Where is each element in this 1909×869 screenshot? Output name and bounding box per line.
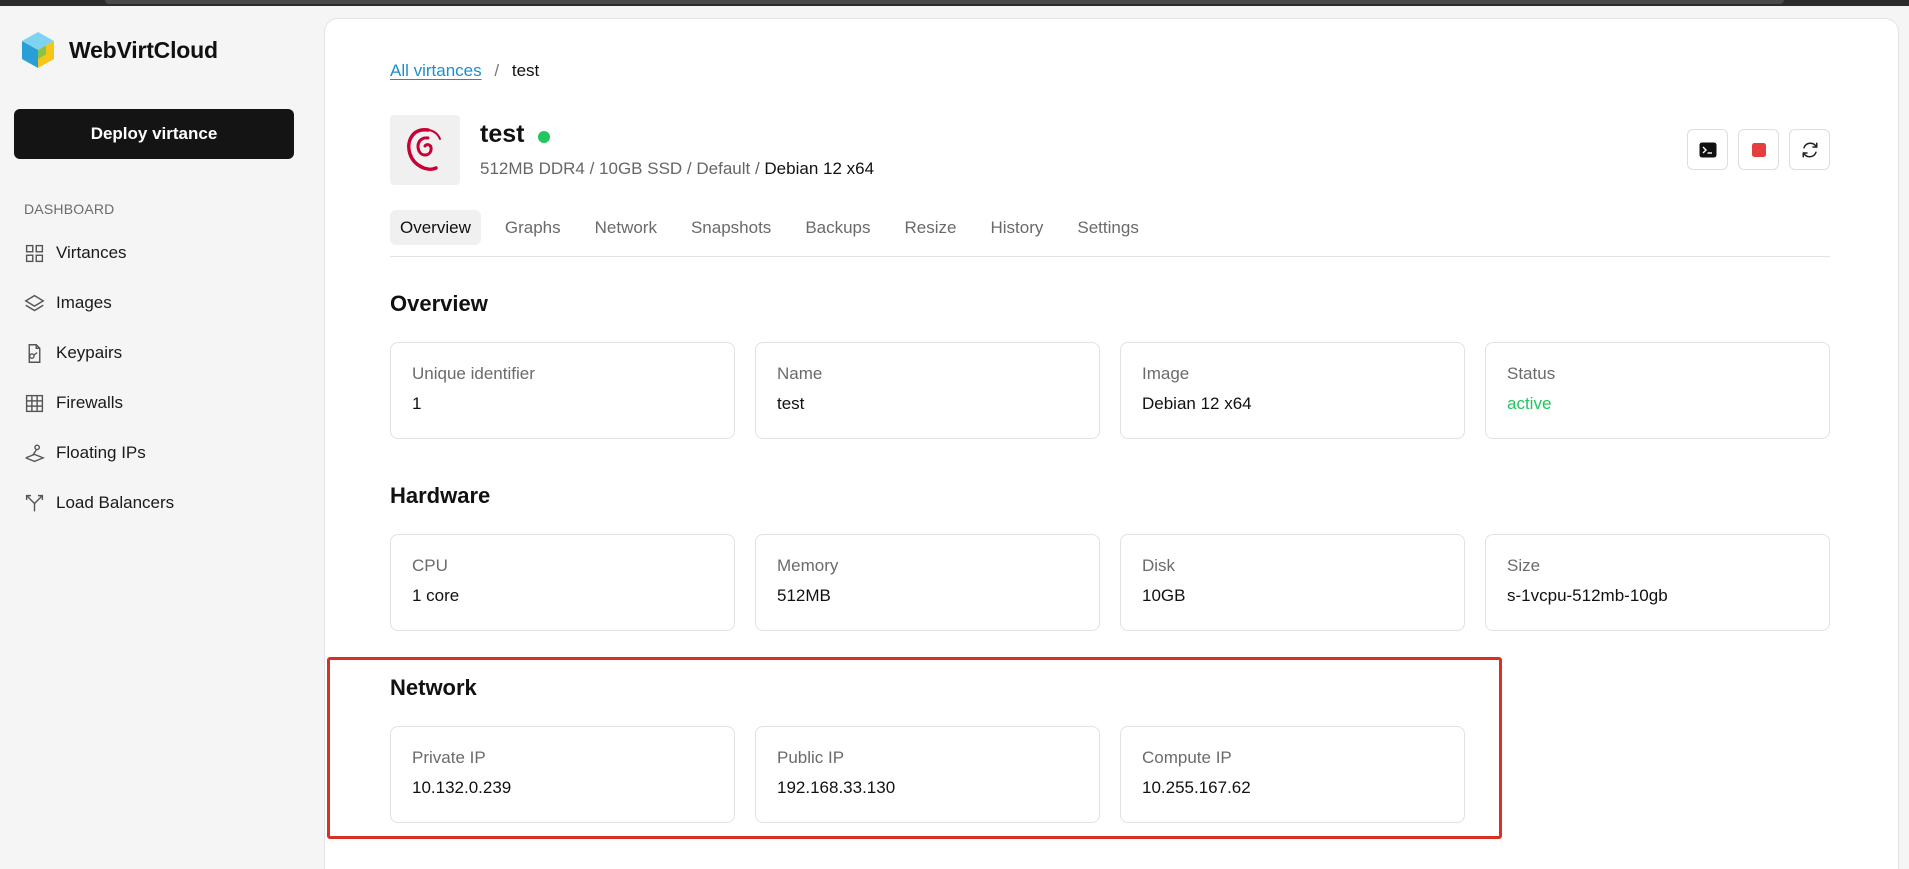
info-card-unique-identifier: Unique identifier 1 — [390, 342, 735, 439]
deploy-virtance-button[interactable]: Deploy virtance — [14, 109, 294, 159]
card-value: 1 — [412, 394, 422, 413]
sidebar: WebVirtCloud Deploy virtance DASHBOARD V… — [0, 6, 324, 869]
card-value: 10.255.167.62 — [1142, 778, 1251, 797]
refresh-icon — [1802, 142, 1817, 157]
info-card-private-ip: Private IP 10.132.0.239 — [390, 726, 735, 823]
overview-title: Overview — [390, 291, 488, 316]
breadcrumb-separator: / — [494, 61, 500, 80]
sidebar-item-label: Load Balancers — [56, 493, 175, 512]
sidebar-item-load-balancers[interactable]: Load Balancers — [24, 478, 174, 528]
main-panel: All virtances / test test 512MB DDR4 / 1… — [324, 18, 1899, 869]
status-indicator — [538, 131, 550, 143]
overview-cards: Unique identifier 1 Name test Image Debi… — [390, 342, 1830, 439]
sidebar-item-label: Firewalls — [56, 393, 124, 412]
card-label: Compute IP — [1142, 748, 1232, 767]
virtance-spec-summary: 512MB DDR4 / 10GB SSD / Default / — [480, 159, 765, 178]
load-balancer-icon — [25, 494, 44, 511]
stop-button[interactable] — [1738, 129, 1779, 170]
card-value: 10.132.0.239 — [412, 778, 512, 797]
info-card-memory: Memory 512MB — [755, 534, 1100, 631]
sidebar-item-label: Images — [56, 293, 112, 312]
breadcrumb-current: test — [511, 61, 540, 80]
card-label: Memory — [777, 556, 839, 575]
sidebar-item-images[interactable]: Images — [24, 278, 174, 328]
dashboard-section-label: DASHBOARD — [24, 201, 115, 217]
card-label: Name — [777, 364, 823, 383]
virtance-specs: 512MB DDR4 / 10GB SSD / Default / Debian… — [480, 159, 874, 179]
info-card-cpu: CPU 1 core — [390, 534, 735, 631]
key-file-icon — [28, 343, 41, 363]
info-card-name: Name test — [755, 342, 1100, 439]
info-card-size: Size s-1vcpu-512mb-10gb — [1485, 534, 1830, 631]
network-title: Network — [390, 675, 477, 700]
card-value: s-1vcpu-512mb-10gb — [1507, 586, 1668, 605]
tab-overview[interactable]: Overview — [390, 210, 481, 245]
terminal-icon — [1699, 142, 1716, 157]
virtance-name: test — [480, 120, 525, 148]
grid-icon — [25, 244, 44, 262]
os-thumbnail — [390, 115, 460, 185]
network-cards: Private IP 10.132.0.239 Public IP 192.16… — [390, 726, 1465, 823]
status-value: active — [1507, 394, 1552, 413]
card-value: 1 core — [412, 586, 460, 605]
virtance-header: test 512MB DDR4 / 10GB SSD / Default / D… — [390, 115, 1830, 187]
hardware-cards: CPU 1 core Memory 512MB Disk 10GB Size s… — [390, 534, 1830, 631]
layers-icon — [24, 294, 45, 311]
tab-resize[interactable]: Resize — [895, 210, 967, 245]
card-label: Status — [1507, 364, 1556, 383]
sidebar-item-label: Floating IPs — [56, 443, 146, 462]
tab-backups[interactable]: Backups — [795, 210, 880, 245]
card-value: 10GB — [1142, 586, 1186, 605]
tab-graphs[interactable]: Graphs — [495, 210, 571, 245]
info-card-compute-ip: Compute IP 10.255.167.62 — [1120, 726, 1465, 823]
breadcrumb-all-virtances-link[interactable]: All virtances — [390, 61, 482, 80]
debian-logo-icon — [407, 128, 441, 171]
tab-snapshots[interactable]: Snapshots — [681, 210, 781, 245]
virtance-tabs: Overview Graphs Network Snapshots Backup… — [390, 210, 1830, 257]
sidebar-item-virtances[interactable]: Virtances — [24, 228, 174, 278]
card-label: Image — [1142, 364, 1190, 383]
sidebar-item-label: Virtances — [56, 243, 127, 262]
sidebar-nav: Virtances Images Keypairs Firewalls Floa… — [24, 228, 174, 528]
brand[interactable]: WebVirtCloud — [20, 30, 218, 70]
sidebar-item-label: Keypairs — [56, 343, 123, 362]
info-card-status: Status active — [1485, 342, 1830, 439]
hardware-title: Hardware — [390, 483, 491, 508]
info-card-public-ip: Public IP 192.168.33.130 — [755, 726, 1100, 823]
card-label: Unique identifier — [412, 364, 535, 383]
firewall-icon — [25, 394, 44, 412]
info-card-image: Image Debian 12 x64 — [1120, 342, 1465, 439]
virtance-os: Debian 12 x64 — [764, 159, 875, 178]
card-label: CPU — [412, 556, 448, 575]
card-label: Private IP — [412, 748, 486, 767]
console-button[interactable] — [1687, 129, 1728, 170]
stop-icon — [1751, 142, 1766, 157]
virtance-actions — [1687, 129, 1830, 170]
card-value: Debian 12 x64 — [1142, 394, 1252, 413]
webvirtcloud-logo-icon — [22, 32, 54, 68]
card-label: Size — [1507, 556, 1541, 575]
tab-history[interactable]: History — [980, 210, 1053, 245]
floating-ip-icon — [25, 443, 45, 462]
tab-network[interactable]: Network — [585, 210, 667, 245]
breadcrumb: All virtances / test — [390, 61, 539, 81]
tab-settings[interactable]: Settings — [1067, 210, 1148, 245]
sidebar-item-firewalls[interactable]: Firewalls — [24, 378, 174, 428]
reboot-button[interactable] — [1789, 129, 1830, 170]
card-label: Disk — [1142, 556, 1176, 575]
sidebar-item-floating-ips[interactable]: Floating IPs — [24, 428, 174, 478]
card-value: test — [777, 394, 805, 413]
brand-name: WebVirtCloud — [69, 36, 218, 63]
info-card-disk: Disk 10GB — [1120, 534, 1465, 631]
sidebar-item-keypairs[interactable]: Keypairs — [24, 328, 174, 378]
card-value: 512MB — [777, 586, 831, 605]
card-value: 192.168.33.130 — [777, 778, 896, 797]
card-label: Public IP — [777, 748, 845, 767]
